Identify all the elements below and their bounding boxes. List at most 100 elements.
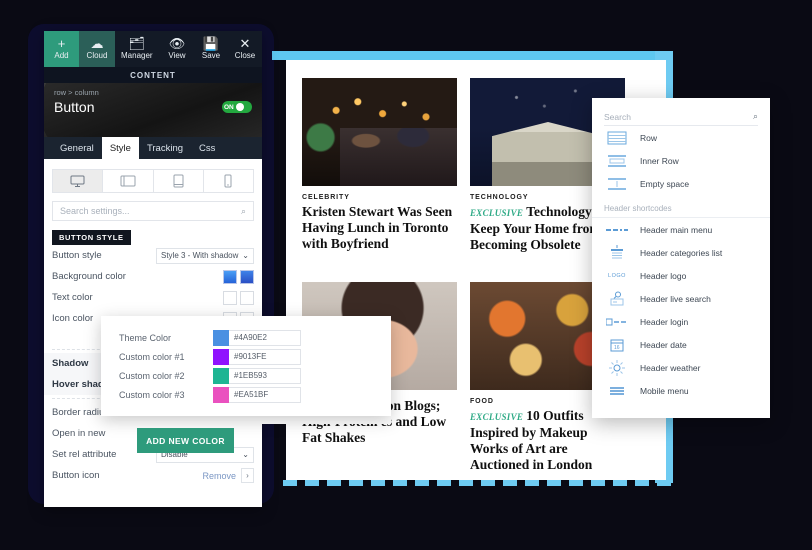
element-hero-header: row > column Button ON [44, 83, 262, 137]
cloud-button-label: Cloud [87, 51, 108, 60]
device-tablet-portrait-button[interactable] [154, 170, 204, 192]
chevron-down-icon: ⌄ [242, 251, 249, 260]
button-style-select[interactable]: Style 3 - With shadow ⌄ [156, 248, 254, 264]
setting-label: Open in new [52, 428, 105, 439]
setting-label: Text color [52, 292, 93, 303]
color-hex-value[interactable]: #9013FE [229, 349, 301, 365]
block-item-row[interactable]: Row [592, 126, 770, 149]
login-icon [604, 317, 630, 327]
shortcode-header-categories-list[interactable]: Header categories list [592, 241, 770, 264]
shortcode-label: Header login [640, 317, 688, 327]
tab-style[interactable]: Style [102, 137, 139, 159]
color-swatch-hover[interactable] [240, 291, 254, 305]
shortcode-header-weather[interactable]: Header weather [592, 356, 770, 379]
empty-space-icon [604, 177, 630, 191]
manager-button-label: Manager [121, 51, 153, 60]
shortcode-header-main-menu[interactable]: Header main menu [592, 218, 770, 241]
color-picker-popup: Theme Color #4A90E2 Custom color #1 #901… [101, 316, 391, 416]
live-search-icon [604, 291, 630, 306]
color-chip[interactable] [213, 349, 229, 365]
color-name: Theme Color [119, 333, 213, 343]
shortcode-label: Mobile menu [640, 386, 689, 396]
remove-icon-link[interactable]: Remove [202, 471, 236, 481]
color-swatch-normal[interactable] [223, 270, 237, 284]
article-headline[interactable]: Kristen Stewart Was Seen Having Lunch in… [302, 204, 457, 252]
search-settings-placeholder: Search settings... [60, 206, 130, 216]
blocks-search-input[interactable]: Search ⌕ [604, 108, 758, 126]
article-category: CELEBRITY [302, 194, 457, 201]
search-settings-input[interactable]: Search settings... ⌕ [52, 201, 254, 221]
shortcode-header-logo[interactable]: LOGO Header logo [592, 264, 770, 287]
tab-css[interactable]: Css [191, 137, 223, 159]
chevron-down-icon: ⌄ [242, 450, 249, 459]
inner-row-icon [604, 154, 630, 168]
color-row[interactable]: Theme Color #4A90E2 [119, 328, 391, 347]
color-popup-extension [101, 416, 391, 424]
color-swatch-hover[interactable] [240, 270, 254, 284]
block-item-label: Inner Row [640, 156, 679, 166]
cloud-icon: ☁ [91, 38, 104, 50]
setting-label: Icon color [52, 313, 93, 324]
color-name: Custom color #1 [119, 352, 213, 362]
color-swatch-normal[interactable] [223, 291, 237, 305]
tab-tracking[interactable]: Tracking [139, 137, 191, 159]
color-name: Custom color #2 [119, 371, 213, 381]
color-hex-value[interactable]: #1EB593 [229, 368, 301, 384]
blocks-section-label: Header shortcodes [592, 198, 770, 218]
exclusive-badge: EXCLUSIVE [470, 412, 523, 422]
manager-button[interactable]: 🗂 Manager [115, 31, 159, 67]
color-row[interactable]: Custom color #2 #1EB593 [119, 366, 391, 385]
device-tablet-landscape-button[interactable] [103, 170, 153, 192]
block-item-label: Row [640, 133, 657, 143]
breadcrumb[interactable]: row > column [54, 88, 252, 97]
element-enable-toggle[interactable]: ON [222, 101, 252, 113]
color-chip[interactable] [213, 387, 229, 403]
chevron-right-icon[interactable]: › [241, 468, 254, 483]
shortcode-header-login[interactable]: Header login [592, 310, 770, 333]
view-button-label: View [168, 51, 185, 60]
save-button-label: Save [202, 51, 220, 60]
save-button[interactable]: 💾 Save [194, 31, 228, 67]
shortcode-header-live-search[interactable]: Header live search [592, 287, 770, 310]
color-chip[interactable] [213, 368, 229, 384]
color-chip[interactable] [213, 330, 229, 346]
close-button[interactable]: ✕ Close [228, 31, 262, 67]
color-hex-value[interactable]: #4A90E2 [229, 330, 301, 346]
shortcode-mobile-menu[interactable]: Mobile menu [592, 379, 770, 402]
settings-tabs: General Style Tracking Css [44, 137, 262, 159]
view-button[interactable]: 👁 View [160, 31, 194, 67]
main-menu-icon [604, 226, 630, 234]
plus-icon: + [58, 38, 66, 50]
color-hex-value[interactable]: #EA51BF [229, 387, 301, 403]
block-item-inner-row[interactable]: Inner Row [592, 149, 770, 172]
setting-row-text-color: Text color [44, 287, 262, 308]
cloud-button[interactable]: ☁ Cloud [79, 31, 115, 67]
setting-row-button-icon: Button icon Remove › [44, 465, 262, 486]
add-new-color-button[interactable]: ADD NEW COLOR [137, 428, 234, 453]
color-row[interactable]: Custom color #1 #9013FE [119, 347, 391, 366]
shortcode-label: Header logo [640, 271, 686, 281]
color-row[interactable]: Custom color #3 #EA51BF [119, 385, 391, 404]
background-color-swatches[interactable] [223, 270, 254, 284]
article-card[interactable]: CELEBRITY Kristen Stewart Was Seen Havin… [302, 78, 457, 252]
logo-icon: LOGO [604, 273, 630, 279]
tab-general[interactable]: General [52, 137, 102, 159]
hamburger-icon [604, 386, 630, 396]
block-item-empty-space[interactable]: Empty space [592, 172, 770, 195]
button-style-value: Style 3 - With shadow [161, 251, 238, 260]
setting-label: Set rel attribute [52, 449, 116, 460]
add-button[interactable]: + Add [44, 31, 79, 67]
shortcode-header-date[interactable]: 16 Header date [592, 333, 770, 356]
article-thumbnail [302, 78, 457, 186]
device-mobile-button[interactable] [204, 170, 253, 192]
toggle-knob [236, 103, 244, 111]
close-button-label: Close [235, 51, 255, 60]
section-header-button-style: BUTTON STYLE [52, 230, 131, 245]
save-icon: 💾 [203, 38, 219, 50]
text-color-swatches[interactable] [223, 291, 254, 305]
cyan-dashed-bottom-line [283, 480, 673, 486]
setting-row-background-color: Background color [44, 266, 262, 287]
shortcode-label: Header categories list [640, 248, 722, 258]
device-desktop-button[interactable] [53, 170, 103, 192]
setting-label: Shadow [52, 358, 88, 369]
